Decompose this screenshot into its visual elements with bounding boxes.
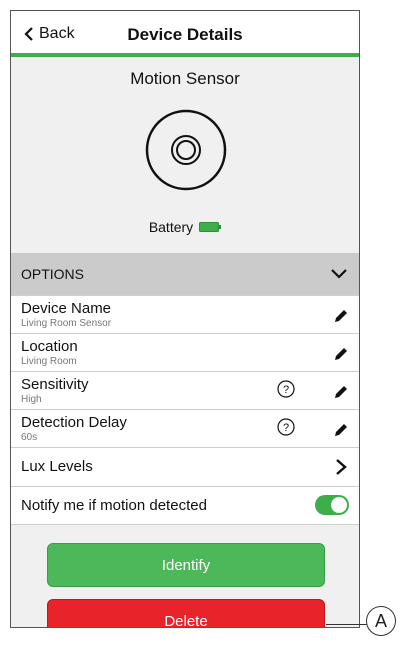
edit-pencil-icon[interactable] — [333, 422, 349, 438]
row-value: Living Room Sensor — [21, 318, 112, 329]
edit-pencil-icon[interactable] — [333, 384, 349, 400]
page-title: Device Details — [127, 25, 243, 44]
options-label: OPTIONS — [21, 266, 85, 282]
battery-label: Battery — [148, 219, 194, 235]
toggle-knob — [331, 497, 347, 513]
list-item-sensitivity[interactable]: Sensitivity High ? — [11, 371, 359, 409]
battery-full-icon — [199, 222, 222, 232]
options-list: Device Name Living Room Sensor Location … — [11, 295, 359, 525]
row-value: Living Room — [21, 356, 77, 367]
edit-pencil-icon[interactable] — [333, 308, 349, 324]
row-label: Location — [21, 338, 78, 355]
help-question-icon[interactable]: ? — [277, 418, 295, 436]
callout-marker: A — [366, 606, 396, 636]
chevron-down-icon — [331, 269, 347, 279]
row-label: Lux Levels — [21, 458, 93, 475]
identify-button[interactable]: Identify — [47, 543, 325, 587]
battery-status: Battery — [11, 219, 359, 235]
device-name: Motion Sensor — [130, 69, 240, 88]
options-header[interactable]: OPTIONS — [11, 253, 359, 295]
notify-toggle[interactable] — [315, 495, 349, 515]
header-bar: Back Device Details — [11, 11, 359, 57]
phone-screen: Back Device Details Motion Sensor Batter… — [10, 10, 360, 628]
row-label: Detection Delay — [21, 414, 127, 431]
list-item-device-name[interactable]: Device Name Living Room Sensor — [11, 295, 359, 333]
row-label: Notify me if motion detected — [21, 497, 207, 514]
chevron-right-icon — [336, 459, 347, 475]
svg-text:?: ? — [283, 422, 289, 434]
motion-sensor-icon — [145, 109, 227, 191]
delete-button[interactable]: Delete — [47, 599, 325, 627]
row-value: 60s — [21, 432, 38, 443]
edit-pencil-icon[interactable] — [333, 346, 349, 362]
list-item-location[interactable]: Location Living Room — [11, 333, 359, 371]
list-item-notify-motion: Notify me if motion detected — [11, 486, 359, 525]
row-label: Sensitivity — [21, 376, 89, 393]
list-item-detection-delay[interactable]: Detection Delay 60s ? — [11, 409, 359, 447]
row-value: High — [21, 394, 42, 405]
callout-line — [326, 624, 368, 625]
list-item-lux-levels[interactable]: Lux Levels — [11, 447, 359, 486]
help-question-icon[interactable]: ? — [277, 380, 295, 398]
svg-text:?: ? — [283, 384, 289, 396]
row-label: Device Name — [21, 300, 112, 317]
